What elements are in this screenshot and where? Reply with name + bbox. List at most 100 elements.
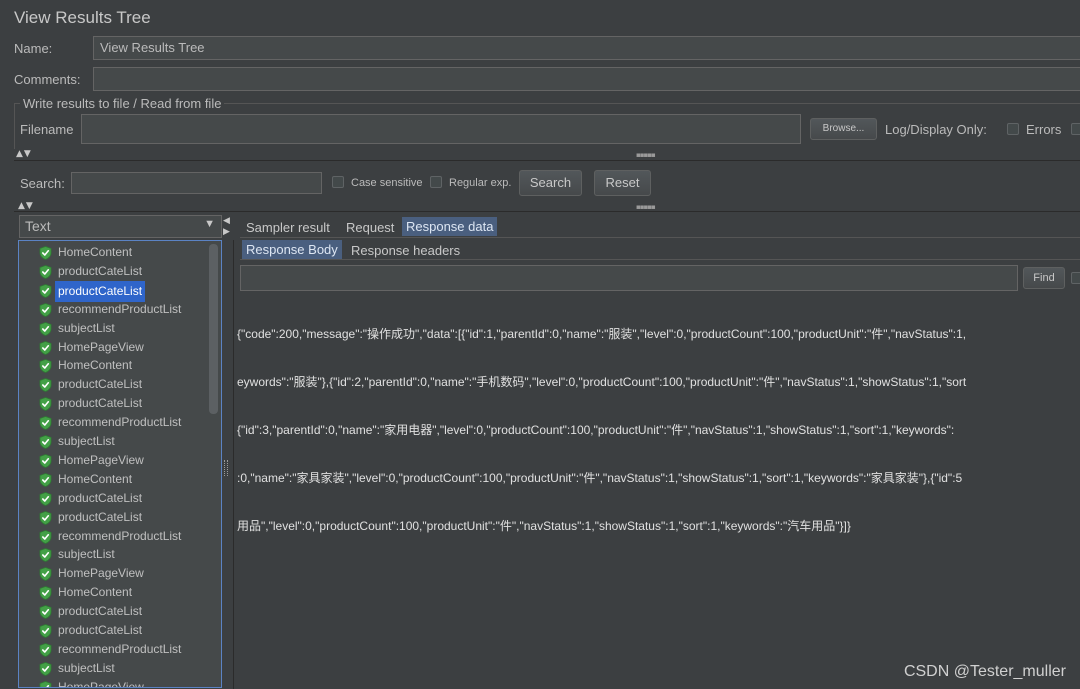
comments-input[interactable]: [93, 67, 1080, 91]
find-input[interactable]: [240, 265, 1018, 291]
response-body-text[interactable]: {"code":200,"message":"操作成功","data":[{"i…: [237, 294, 966, 550]
comments-label: Comments:: [14, 72, 81, 87]
tree-item-label: HomePageView: [58, 452, 144, 467]
tree-item[interactable]: productCateList: [19, 508, 207, 527]
renderer-select-value: Text: [25, 218, 51, 234]
vertical-splitter-grip-icon[interactable]: [224, 460, 228, 476]
splitter-grip-icon[interactable]: ▪▪▪▪▪: [636, 203, 656, 211]
response-line: :0,"name":"家具家装","level":0,"productCount…: [237, 471, 963, 485]
collapse-arrows-icon[interactable]: ▲▼: [16, 149, 32, 159]
results-tree[interactable]: HomeContent productCateList productCateLis…: [18, 240, 222, 688]
tree-item[interactable]: HomeContent: [19, 243, 207, 262]
tree-item[interactable]: HomePageView: [19, 451, 207, 470]
tree-item[interactable]: HomePageView: [19, 564, 207, 583]
tab-underline: [240, 259, 1080, 260]
tab-response-data[interactable]: Response data: [402, 217, 498, 236]
tree-item-label: recommendProductList: [58, 528, 182, 543]
browse-button[interactable]: Browse...: [810, 118, 877, 140]
tree-item[interactable]: subjectList: [19, 659, 207, 678]
tree-item-label: productCateList: [58, 623, 143, 637]
search-label: Search:: [20, 176, 65, 191]
collapse-arrows-icon[interactable]: ▲▼: [18, 201, 34, 211]
split-arrows-icon[interactable]: ◀ ▶: [223, 216, 230, 238]
response-line: eywords":"服装"},{"id":2,"parentId":0,"nam…: [237, 375, 967, 389]
shield-check-icon: [39, 680, 52, 687]
tree-item[interactable]: HomeContent: [19, 356, 207, 375]
chevron-down-icon: ▼: [204, 218, 215, 230]
tree-item[interactable]: productCateList: [19, 280, 207, 302]
tree-item-label: subjectList: [58, 660, 115, 675]
tree-item[interactable]: HomePageView: [19, 338, 207, 357]
tree-item-label: recommendProductList: [58, 415, 182, 430]
find-option-checkbox[interactable]: [1071, 272, 1080, 284]
tree-item[interactable]: productCateList: [19, 375, 207, 394]
case-sensitive-label: Case sensitive: [351, 177, 423, 189]
tree-item-label: HomePageView: [58, 679, 144, 688]
file-section-label: Write results to file / Read from file: [20, 96, 225, 111]
tree-item-label: HomeContent: [58, 585, 133, 600]
tree-item-label: HomePageView: [58, 566, 144, 581]
tab-underline: [240, 237, 1080, 238]
log-display-label: Log/Display Only:: [885, 122, 987, 137]
tree-item-label: subjectList: [58, 320, 115, 335]
name-label: Name:: [14, 41, 53, 56]
filename-input[interactable]: [81, 114, 801, 144]
tree-item-label: productCateList: [58, 396, 143, 411]
tree-item[interactable]: productCateList: [19, 602, 207, 621]
vertical-divider: [233, 240, 234, 689]
name-input[interactable]: View Results Tree: [93, 36, 1080, 60]
tree-item-label: HomeContent: [58, 358, 133, 373]
tree-item[interactable]: recommendProductList: [19, 527, 207, 546]
tree-item-label: productCateList: [58, 377, 143, 392]
tree-item[interactable]: recommendProductList: [19, 640, 207, 659]
watermark: CSDN @Tester_muller: [903, 663, 1066, 680]
tree-item-label: recommendProductList: [58, 301, 182, 316]
splitter-grip-icon[interactable]: ▪▪▪▪▪: [636, 151, 656, 159]
response-line: 用品","level":0,"productCount":100,"produc…: [237, 519, 851, 533]
tree-item[interactable]: recommendProductList: [19, 413, 207, 432]
response-line: {"id":3,"parentId":0,"name":"家用电器","leve…: [237, 423, 955, 437]
tree-item[interactable]: subjectList: [19, 545, 207, 564]
tree-item[interactable]: productCateList: [19, 262, 207, 281]
window-title: View Results Tree: [14, 8, 151, 27]
reset-button[interactable]: Reset: [594, 170, 651, 196]
tab-response-headers[interactable]: Response headers: [347, 241, 464, 260]
tree-item[interactable]: HomeContent: [19, 470, 207, 489]
tab-response-body[interactable]: Response Body: [242, 240, 342, 259]
tab-request[interactable]: Request: [342, 218, 398, 237]
tab-sampler-result[interactable]: Sampler result: [242, 218, 334, 237]
tree-item[interactable]: HomeContent: [19, 583, 207, 602]
filename-label: Filename: [20, 122, 74, 137]
divider: [14, 160, 1080, 161]
tree-item-label: productCateList: [58, 490, 143, 505]
errors-label: Errors: [1026, 122, 1062, 137]
renderer-select[interactable]: Text ▼: [19, 215, 222, 238]
regex-checkbox[interactable]: [430, 176, 442, 188]
tree-item-label: HomeContent: [58, 471, 133, 486]
tree-item[interactable]: productCateList: [19, 489, 207, 508]
regex-label: Regular exp.: [449, 177, 512, 189]
search-input[interactable]: [71, 172, 322, 194]
response-line: {"code":200,"message":"操作成功","data":[{"i…: [237, 327, 967, 341]
tree-item-label: HomeContent: [58, 245, 133, 259]
divider: [14, 211, 1080, 212]
tree-item-label: subjectList: [58, 547, 115, 562]
tree-item[interactable]: HomePageView: [19, 678, 207, 688]
tree-item[interactable]: productCateList: [19, 621, 207, 640]
tree-item-label: productCateList: [58, 509, 143, 524]
tree-item[interactable]: productCateList: [19, 394, 207, 413]
tree-item-label: productCateList: [58, 604, 143, 619]
tree-item[interactable]: subjectList: [19, 432, 207, 451]
tree-item-label: subjectList: [58, 434, 115, 448]
tree-item-label: recommendProductList: [58, 641, 182, 656]
successes-checkbox[interactable]: [1071, 123, 1080, 135]
case-sensitive-checkbox[interactable]: [332, 176, 344, 188]
search-button[interactable]: Search: [519, 170, 582, 196]
tree-item[interactable]: recommendProductList: [19, 300, 207, 319]
tree-item-label: productCateList: [55, 280, 146, 302]
tree-scrollbar[interactable]: [209, 244, 218, 414]
find-button[interactable]: Find: [1023, 267, 1065, 289]
errors-checkbox[interactable]: [1007, 123, 1019, 135]
tree-item[interactable]: subjectList: [19, 319, 207, 338]
tree-item-label: HomePageView: [58, 339, 144, 354]
